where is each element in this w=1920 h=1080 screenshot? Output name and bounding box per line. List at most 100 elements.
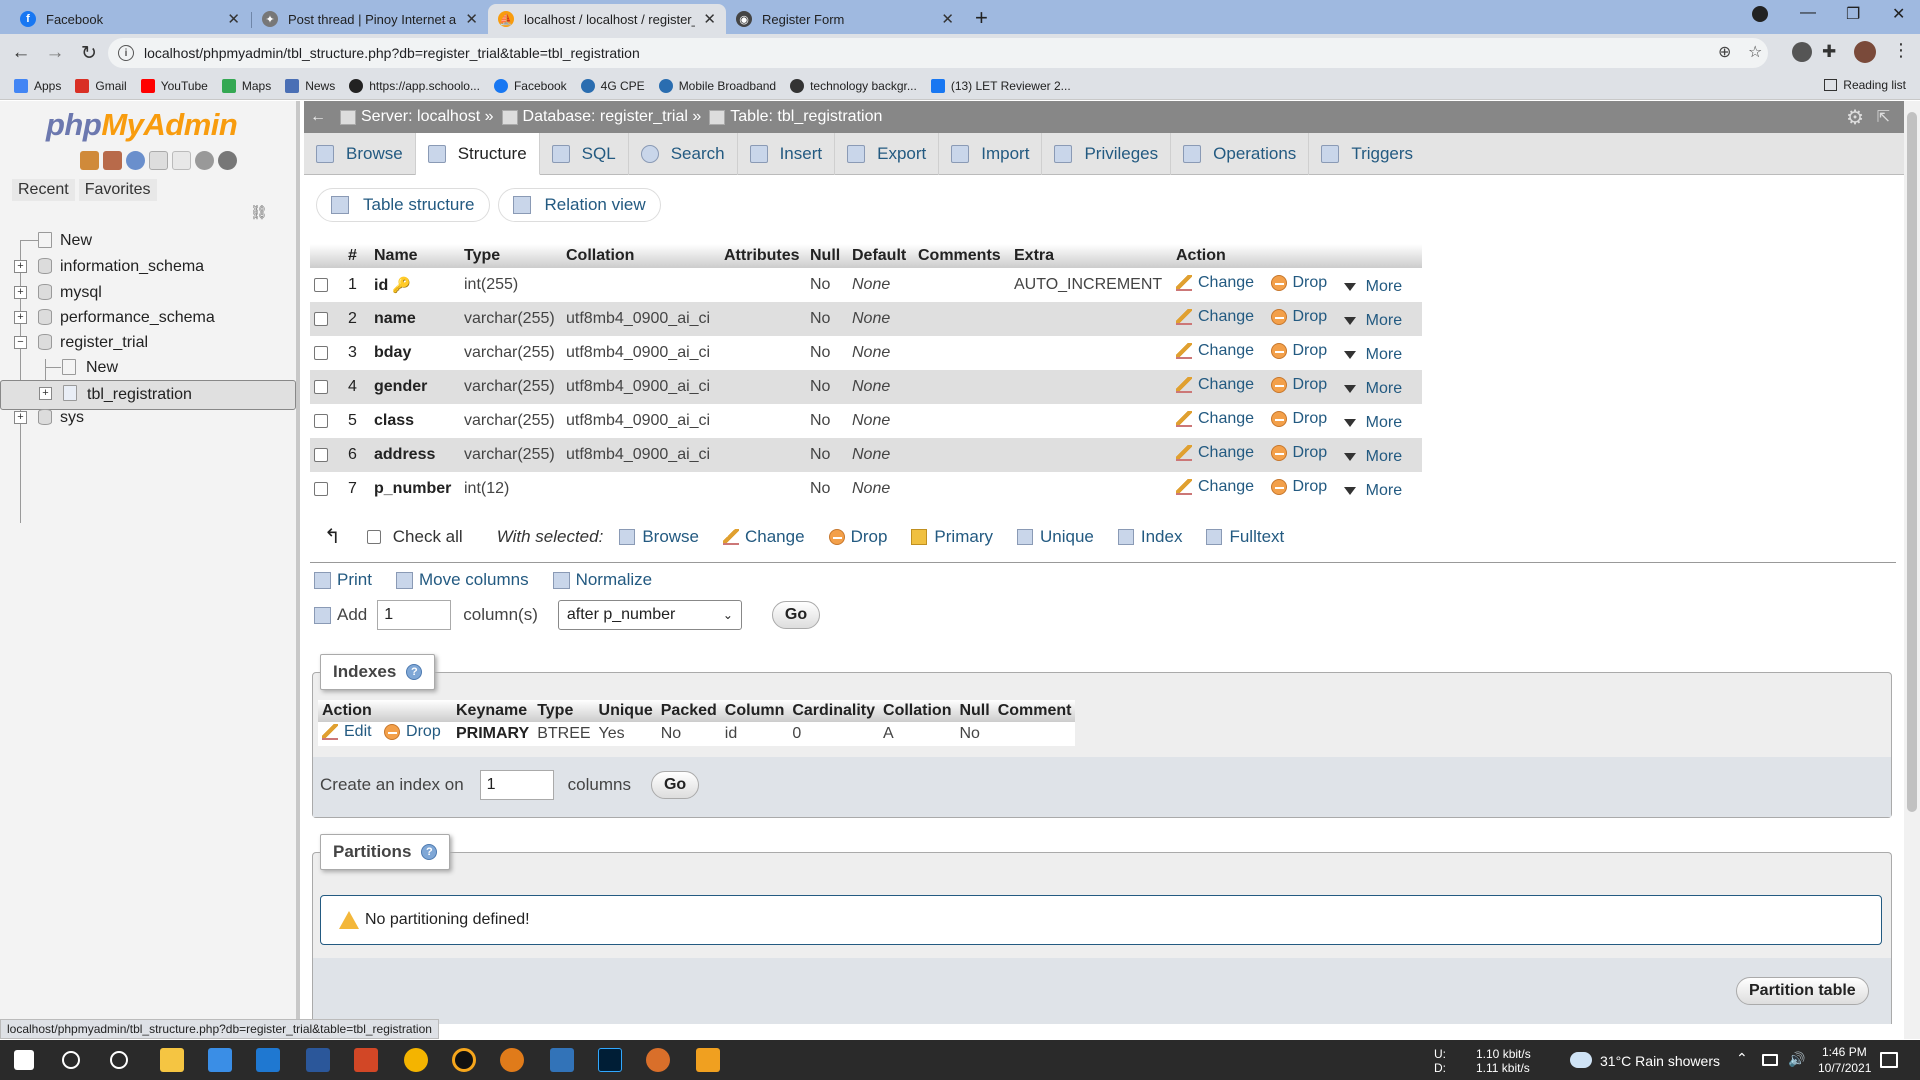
tree-item-performance-schema[interactable]: + performance_schema: [0, 305, 296, 330]
check-all-label[interactable]: Check all: [393, 527, 463, 547]
row-checkbox[interactable]: [314, 379, 328, 394]
breadcrumb-server[interactable]: Server: localhost »: [340, 108, 494, 126]
selected-fulltext-button[interactable]: Fulltext: [1206, 527, 1284, 547]
drop-button[interactable]: Drop: [1270, 308, 1327, 326]
settings-gear-icon[interactable]: ⚙: [1846, 105, 1864, 130]
bookmark-gmail[interactable]: Gmail: [75, 78, 127, 93]
info-icon[interactable]: i: [118, 45, 134, 61]
puzzle-icon[interactable]: ✚: [1822, 42, 1836, 62]
header-comments[interactable]: Comments: [914, 244, 1010, 268]
browser-tab-facebook[interactable]: f Facebook ✕: [10, 4, 250, 34]
header-num[interactable]: #: [344, 244, 370, 268]
bookmark-schoology[interactable]: https://app.schoolo...: [349, 78, 480, 93]
word-icon[interactable]: [306, 1048, 330, 1072]
bookmark-mobile-broadband[interactable]: Mobile Broadband: [658, 78, 776, 93]
expand-plus-icon[interactable]: +: [14, 286, 27, 299]
browser-tab-register-form[interactable]: ◉ Register Form ✕: [726, 4, 964, 34]
change-button[interactable]: Change: [1176, 478, 1254, 496]
tab-search-icon[interactable]: [1752, 6, 1768, 22]
position-select[interactable]: after p_number ⌄: [557, 600, 742, 630]
move-columns-button[interactable]: Move columns: [395, 570, 529, 590]
audio-app-icon[interactable]: [500, 1048, 524, 1072]
selected-drop-button[interactable]: Drop: [828, 527, 887, 547]
address-bar[interactable]: i localhost/phpmyadmin/tbl_structure.php…: [108, 38, 1768, 68]
home-icon[interactable]: [80, 151, 99, 170]
tab-sql[interactable]: SQL: [540, 133, 629, 175]
tab-recent[interactable]: Recent: [12, 179, 75, 201]
browser-tab-pinoy[interactable]: ✦ Post thread | Pinoy Internet and ✕: [252, 4, 488, 34]
column-name[interactable]: p_number: [374, 480, 451, 497]
tree-item-sys[interactable]: + sys: [0, 405, 296, 430]
clock-time[interactable]: 1:46 PM: [1822, 1045, 1867, 1059]
header-name[interactable]: Name: [370, 244, 460, 268]
xampp-icon[interactable]: [696, 1048, 720, 1072]
close-tab-icon[interactable]: ✕: [941, 10, 954, 28]
tab-search[interactable]: Search: [629, 133, 738, 175]
header-null[interactable]: Null: [806, 244, 848, 268]
tree-item-register-trial[interactable]: − register_trial: [0, 330, 296, 355]
reload-icon[interactable]: ↻: [76, 42, 102, 65]
tab-insert[interactable]: Insert: [738, 133, 836, 175]
selected-unique-button[interactable]: Unique: [1016, 527, 1094, 547]
tab-import[interactable]: Import: [939, 133, 1043, 175]
weather-cloud-icon[interactable]: [1570, 1052, 1592, 1068]
expand-plus-icon[interactable]: +: [14, 411, 27, 424]
collapse-nav-arrow-icon[interactable]: ←: [304, 108, 332, 126]
powerpoint-icon[interactable]: [354, 1048, 378, 1072]
tab-triggers[interactable]: Triggers: [1309, 133, 1425, 175]
bookmark-star-icon[interactable]: ☆: [1748, 38, 1762, 68]
scrollbar-thumb[interactable]: [1907, 112, 1917, 812]
create-index-go-button[interactable]: Go: [650, 771, 700, 799]
maximize-icon[interactable]: ❐: [1846, 4, 1860, 24]
expand-plus-icon[interactable]: +: [39, 387, 52, 400]
add-count-input[interactable]: 1: [377, 600, 452, 630]
close-tab-icon[interactable]: ✕: [227, 10, 240, 28]
breadcrumb-database[interactable]: Database: register_trial »: [501, 108, 701, 126]
more-button[interactable]: More: [1343, 346, 1402, 364]
collapse-icon[interactable]: ⇱: [1877, 107, 1890, 127]
selected-browse-button[interactable]: Browse: [619, 527, 699, 547]
tab-privileges[interactable]: Privileges: [1042, 133, 1172, 175]
change-button[interactable]: Change: [1176, 308, 1254, 326]
copy-icon[interactable]: [172, 151, 191, 170]
header-collation[interactable]: Collation: [562, 244, 720, 268]
help-icon[interactable]: [126, 151, 145, 170]
index-count-input[interactable]: 1: [479, 770, 554, 800]
weather-text[interactable]: 31°C Rain showers: [1600, 1053, 1720, 1069]
change-button[interactable]: Change: [1176, 376, 1254, 394]
zoom-icon[interactable]: ⊕: [1718, 38, 1731, 68]
print-button[interactable]: Print: [314, 570, 372, 590]
drop-button[interactable]: Drop: [1270, 444, 1327, 462]
row-checkbox[interactable]: [314, 481, 328, 496]
collapse-minus-icon[interactable]: −: [14, 336, 27, 349]
link-chain-icon[interactable]: ⛓: [250, 204, 268, 221]
close-tab-icon[interactable]: ✕: [703, 10, 716, 28]
normalize-button[interactable]: Normalize: [552, 570, 652, 590]
more-button[interactable]: More: [1343, 312, 1402, 330]
bookmark-technology[interactable]: technology backgr...: [790, 78, 917, 93]
change-button[interactable]: Change: [1176, 444, 1254, 462]
tab-browse[interactable]: Browse: [304, 133, 416, 175]
selected-primary-button[interactable]: Primary: [911, 527, 993, 547]
drop-button[interactable]: Drop: [1270, 274, 1327, 292]
obs-icon[interactable]: [452, 1048, 476, 1072]
network-app-icon[interactable]: [550, 1048, 574, 1072]
column-name[interactable]: address: [374, 446, 435, 463]
phpmyadmin-logo[interactable]: phpMyAdmin: [46, 107, 238, 143]
row-checkbox[interactable]: [314, 447, 328, 462]
header-default[interactable]: Default: [848, 244, 914, 268]
add-go-button[interactable]: Go: [771, 601, 821, 629]
column-name[interactable]: class: [374, 412, 414, 429]
close-window-icon[interactable]: ✕: [1892, 4, 1905, 24]
bookmark-news[interactable]: News: [285, 78, 335, 93]
photoshop-icon[interactable]: [598, 1048, 622, 1072]
search-icon[interactable]: [62, 1051, 80, 1069]
clock-date[interactable]: 10/7/2021: [1818, 1061, 1871, 1075]
back-arrow-icon[interactable]: ←: [8, 42, 34, 64]
more-button[interactable]: More: [1343, 448, 1402, 466]
row-checkbox[interactable]: [314, 311, 328, 326]
selected-change-button[interactable]: Change: [723, 527, 805, 547]
bookmark-maps[interactable]: Maps: [221, 78, 271, 93]
file-explorer-icon[interactable]: [160, 1048, 184, 1072]
reload-icon[interactable]: [218, 151, 237, 170]
